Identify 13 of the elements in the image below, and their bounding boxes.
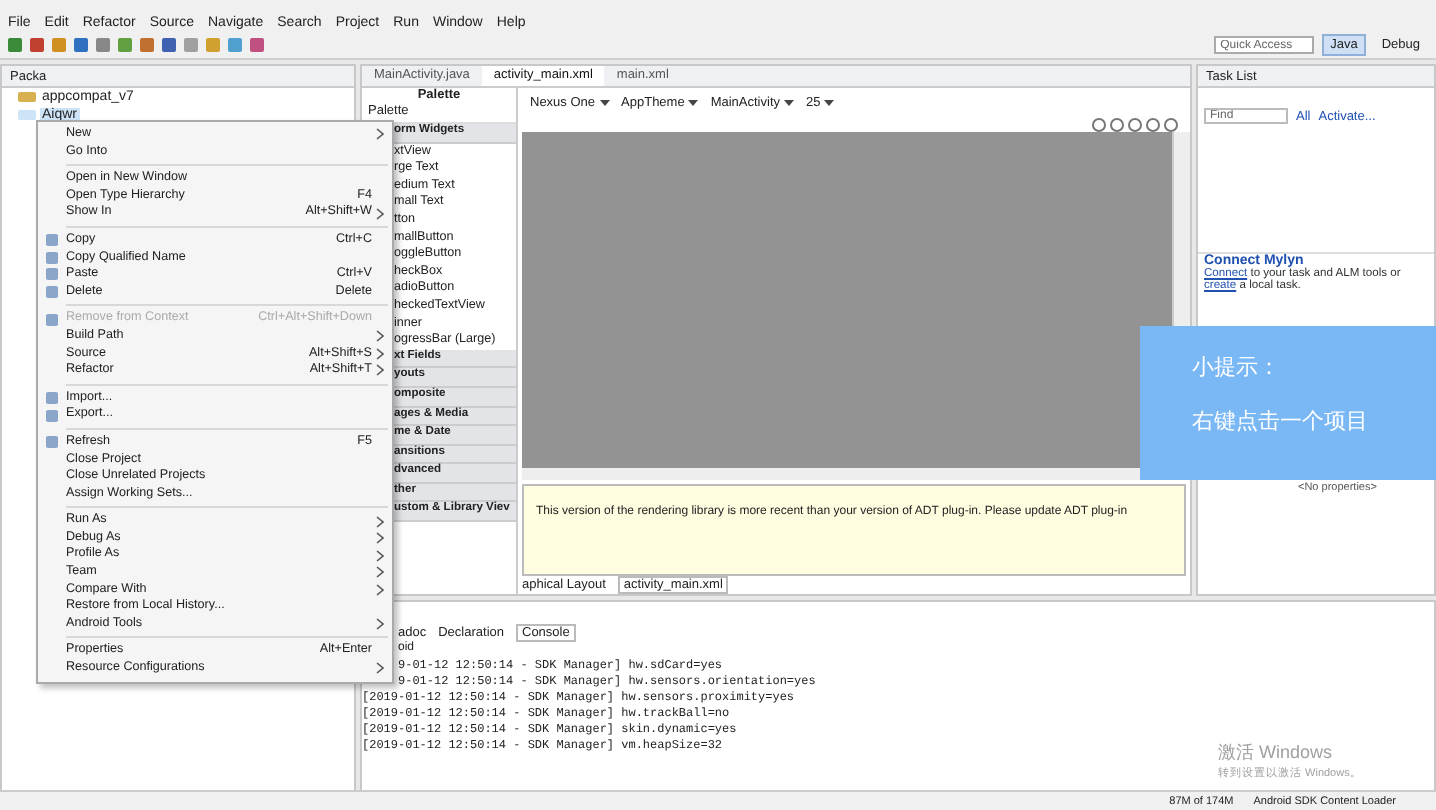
- activation-title: 激活 Windows: [1218, 740, 1335, 766]
- chevron-icon: [376, 662, 384, 675]
- tip-text: 右键点击一个项目: [1192, 406, 1370, 436]
- chevron-icon: [376, 207, 384, 220]
- menu-item-icon: [46, 313, 58, 326]
- dropdown-arrow-icon[interactable]: [784, 100, 795, 106]
- chevron-icon: [376, 128, 384, 141]
- dropdown-arrow-icon[interactable]: [688, 100, 699, 106]
- dropdown-arrow-icon[interactable]: [599, 100, 610, 106]
- dropdown-arrow-icon[interactable]: [824, 100, 835, 106]
- menu-item-icon: [46, 436, 58, 449]
- tip-title: 小提示：: [1192, 352, 1282, 382]
- chevron-icon: [376, 618, 384, 631]
